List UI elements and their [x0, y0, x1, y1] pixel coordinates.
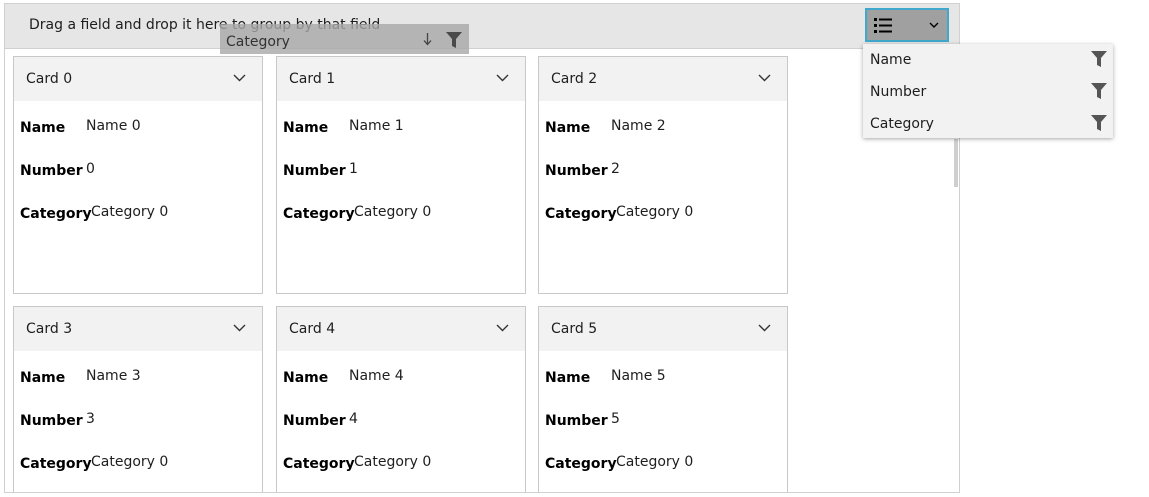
- view-mode-button[interactable]: [865, 8, 949, 42]
- field-label-name: Name: [545, 120, 591, 136]
- card-title: Card 4: [289, 321, 336, 337]
- field-label-name: Name: [283, 370, 329, 386]
- field-value-category: Category 0: [616, 454, 694, 470]
- filter-icon[interactable]: [1091, 83, 1107, 99]
- field-value-category: Category 0: [616, 204, 694, 220]
- dropdown-item-label: Number: [870, 84, 927, 100]
- field-value-name: Name 5: [611, 368, 666, 384]
- field-label-name: Name: [283, 120, 329, 136]
- field-label-category: Category: [545, 456, 617, 472]
- field-label-category: Category: [283, 456, 355, 472]
- field-value-number: 2: [611, 161, 620, 177]
- card[interactable]: Card 1 Name Name 1 Number 1 Category Cat…: [276, 56, 526, 294]
- card-header[interactable]: Card 0: [14, 57, 262, 101]
- field-value-name: Name 0: [86, 118, 141, 134]
- field-value-number: 5: [611, 411, 620, 427]
- filter-icon[interactable]: [1091, 115, 1107, 131]
- field-value-category: Category 0: [354, 204, 432, 220]
- field-value-number: 0: [86, 161, 95, 177]
- field-label-name: Name: [545, 370, 591, 386]
- dropdown-item-label: Name: [870, 52, 912, 68]
- chevron-down-icon: [929, 22, 939, 28]
- card-header[interactable]: Card 1: [277, 57, 525, 101]
- field-chooser-dropdown: Name Number Category: [863, 44, 1113, 138]
- field-label-number: Number: [283, 163, 346, 179]
- field-label-category: Category: [545, 206, 617, 222]
- field-label-category: Category: [283, 206, 355, 222]
- field-label-number: Number: [545, 413, 608, 429]
- dropdown-item-label: Category: [870, 116, 934, 132]
- chevron-down-icon[interactable]: [496, 74, 509, 82]
- card[interactable]: Card 2 Name Name 2 Number 2 Category Cat…: [538, 56, 788, 294]
- sort-descending-icon: [423, 33, 432, 46]
- field-value-category: Category 0: [91, 204, 169, 220]
- field-label-category: Category: [20, 456, 92, 472]
- drag-ghost-category[interactable]: Category: [220, 24, 469, 54]
- vertical-scrollbar[interactable]: [954, 139, 958, 187]
- group-panel[interactable]: Drag a field and drop it here to group b…: [5, 4, 959, 49]
- field-value-name: Name 3: [86, 368, 141, 384]
- chevron-down-icon[interactable]: [233, 74, 246, 82]
- card-title: Card 5: [551, 321, 598, 337]
- chevron-down-icon[interactable]: [758, 324, 771, 332]
- field-value-category: Category 0: [354, 454, 432, 470]
- field-label-number: Number: [545, 163, 608, 179]
- field-value-name: Name 1: [349, 118, 404, 134]
- filter-icon[interactable]: [1091, 51, 1107, 67]
- dropdown-item-name[interactable]: Name: [863, 44, 1113, 76]
- field-label-category: Category: [20, 206, 92, 222]
- field-label-name: Name: [20, 370, 66, 386]
- chevron-down-icon[interactable]: [233, 324, 246, 332]
- card-header[interactable]: Card 3: [14, 307, 262, 351]
- field-value-category: Category 0: [91, 454, 169, 470]
- card-header[interactable]: Card 4: [277, 307, 525, 351]
- field-value-name: Name 2: [611, 118, 666, 134]
- card-title: Card 3: [26, 321, 73, 337]
- dropdown-item-category[interactable]: Category: [863, 108, 1113, 140]
- field-value-number: 1: [349, 161, 358, 177]
- card[interactable]: Card 0 Name Name 0 Number 0 Category Cat…: [13, 56, 263, 294]
- card-title: Card 2: [551, 71, 598, 87]
- card-title: Card 1: [289, 71, 336, 87]
- field-value-number: 3: [86, 411, 95, 427]
- field-label-number: Number: [283, 413, 346, 429]
- card-title: Card 0: [26, 71, 73, 87]
- chevron-down-icon[interactable]: [496, 324, 509, 332]
- field-label-number: Number: [20, 413, 83, 429]
- card-view: Drag a field and drop it here to group b…: [4, 3, 960, 493]
- card[interactable]: Card 5 Name Name 5 Number 5 Category Cat…: [538, 306, 788, 492]
- card-header[interactable]: Card 2: [539, 57, 787, 101]
- field-value-number: 4: [349, 411, 358, 427]
- field-value-name: Name 4: [349, 368, 404, 384]
- field-label-name: Name: [20, 120, 66, 136]
- card[interactable]: Card 4 Name Name 4 Number 4 Category Cat…: [276, 306, 526, 492]
- chevron-down-icon[interactable]: [758, 74, 771, 82]
- drag-ghost-label: Category: [226, 34, 290, 50]
- card[interactable]: Card 3 Name Name 3 Number 3 Category Cat…: [13, 306, 263, 492]
- card-header[interactable]: Card 5: [539, 307, 787, 351]
- dropdown-item-number[interactable]: Number: [863, 76, 1113, 108]
- list-icon: [874, 18, 892, 33]
- field-label-number: Number: [20, 163, 83, 179]
- filter-icon: [446, 32, 462, 48]
